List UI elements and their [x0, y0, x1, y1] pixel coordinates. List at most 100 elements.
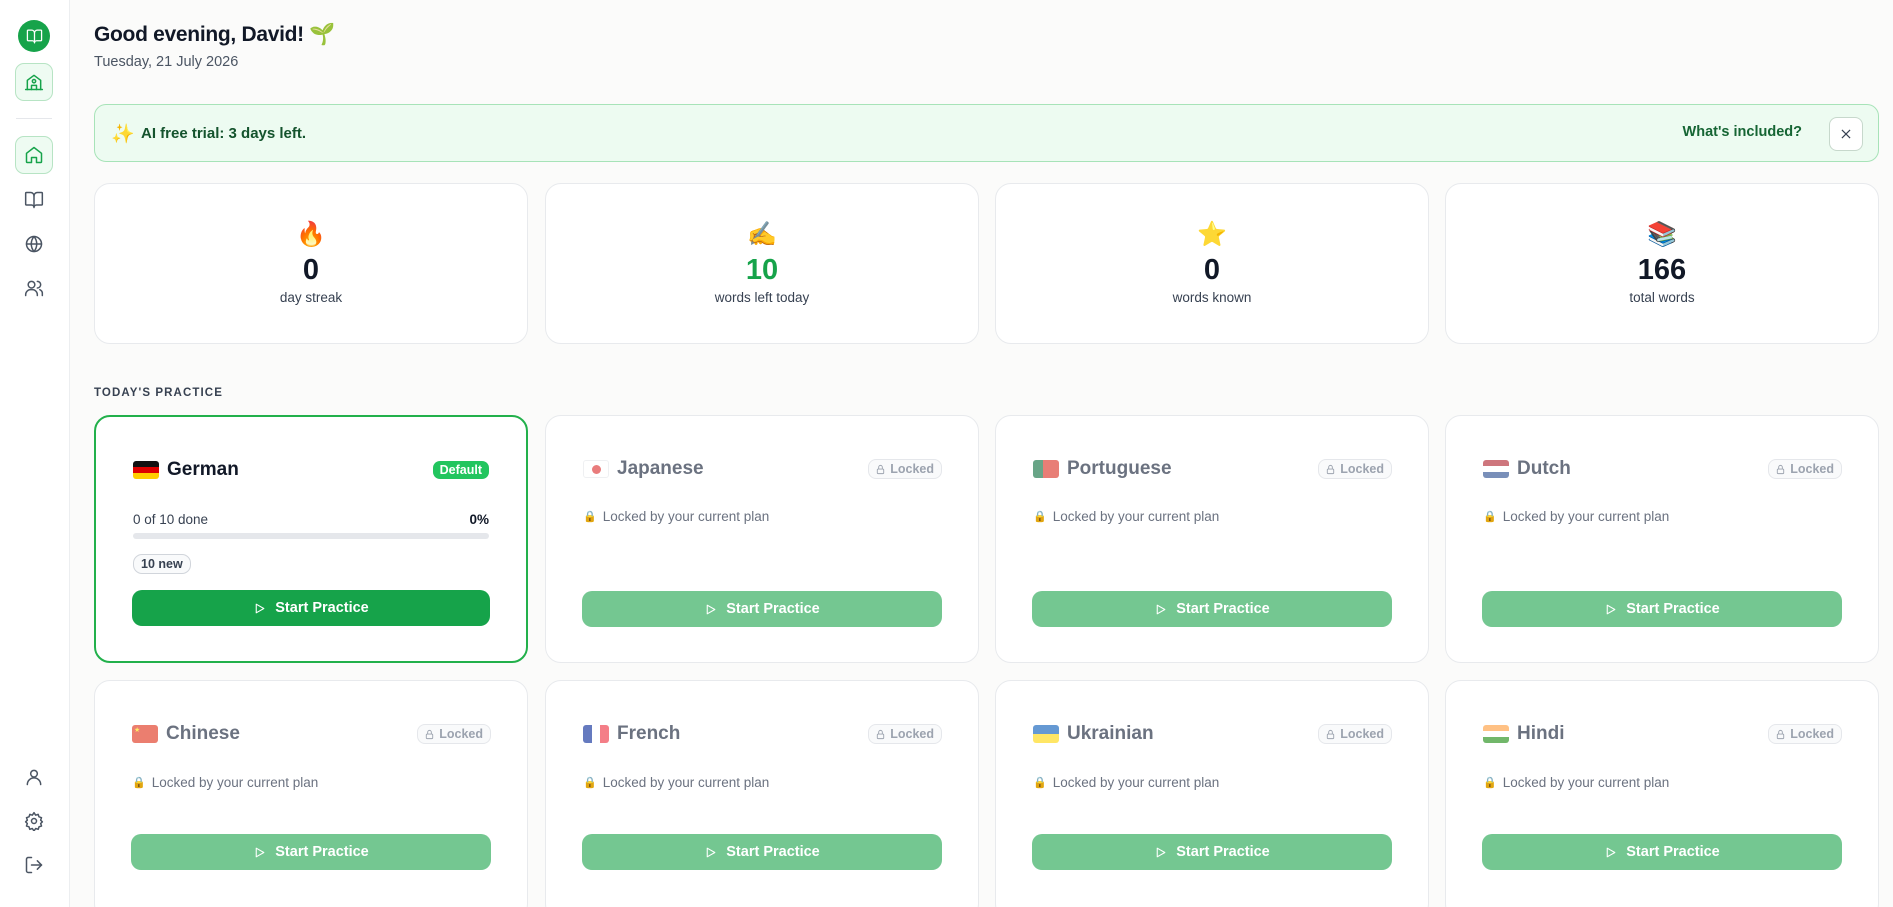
- language-name: French: [617, 723, 681, 744]
- language-card-chinese: ★ Chinese Locked 🔒 Locked by your current…: [94, 680, 528, 907]
- lock-icon: 🔒: [1033, 777, 1047, 789]
- users-icon[interactable]: [15, 269, 53, 307]
- locked-message-text: Locked by your current plan: [151, 775, 319, 790]
- language-card-dutch: Dutch Locked 🔒 Locked by your current pla…: [1445, 415, 1879, 663]
- start-practice-button[interactable]: Start Practice: [131, 834, 491, 870]
- start-practice-button[interactable]: Start Practice: [1032, 591, 1392, 627]
- flag-portugal-icon: [1033, 460, 1059, 478]
- stat-value: 0: [302, 254, 320, 286]
- stat-label: words known: [1172, 290, 1252, 305]
- button-label: Start Practice: [1626, 601, 1720, 617]
- lock-icon: 🔒: [583, 511, 597, 523]
- start-practice-button[interactable]: Start Practice: [1032, 834, 1392, 870]
- play-icon: [1156, 604, 1166, 614]
- flag-china-icon: ★: [132, 725, 158, 743]
- button-label: Start Practice: [1176, 844, 1270, 860]
- locked-message: 🔒 Locked by your current plan: [1483, 775, 1669, 790]
- stat-value: 0: [1203, 254, 1221, 286]
- gear-icon[interactable]: [15, 802, 53, 840]
- school-icon[interactable]: [15, 63, 53, 101]
- language-name: Ukrainian: [1067, 723, 1154, 744]
- stat-value: 166: [1637, 254, 1687, 286]
- locked-message-text: Locked by your current plan: [602, 509, 770, 524]
- trial-text: AI free trial: 3 days left.: [141, 125, 307, 142]
- locked-badge-label: Locked: [439, 727, 483, 741]
- book-open-icon[interactable]: [15, 181, 53, 219]
- stat-value: 10: [745, 254, 779, 286]
- locked-badge-label: Locked: [890, 462, 934, 476]
- language-name: Chinese: [166, 723, 240, 744]
- button-label: Start Practice: [275, 600, 369, 616]
- sidebar-divider: [16, 118, 52, 119]
- trial-banner: ✨ AI free trial: 3 days left. What's inc…: [94, 104, 1879, 162]
- books-icon: 📚: [1647, 221, 1677, 248]
- flag-ukraine-icon: [1033, 725, 1059, 743]
- progress-percent: 0%: [469, 512, 489, 527]
- close-banner-button[interactable]: [1829, 117, 1863, 151]
- page-title: Good evening, David! 🌱: [94, 23, 336, 46]
- sparkles-icon: ✨: [111, 124, 135, 145]
- language-name: Dutch: [1517, 458, 1571, 479]
- start-practice-button[interactable]: Start Practice: [1482, 834, 1842, 870]
- whats-included-link[interactable]: What's included?: [1683, 124, 1802, 140]
- progress-label: 0 of 10 done: [133, 512, 209, 527]
- lock-icon: 🔒: [583, 777, 597, 789]
- stat-card-streak: 🔥 0 day streak: [94, 183, 528, 344]
- start-practice-button[interactable]: Start Practice: [1482, 591, 1842, 627]
- home-icon[interactable]: [15, 136, 53, 174]
- flag-france-icon: [583, 725, 609, 743]
- play-icon: [1156, 847, 1166, 857]
- locked-badge: Locked: [417, 724, 491, 744]
- progress-bar: [133, 533, 489, 539]
- language-card-ukrainian: Ukrainian Locked 🔒 Locked by your current…: [995, 680, 1429, 907]
- locked-badge-label: Locked: [1340, 727, 1384, 741]
- button-label: Start Practice: [1176, 601, 1270, 617]
- locked-badge: Locked: [868, 459, 942, 479]
- locked-badge: Locked: [1318, 459, 1392, 479]
- locked-badge: Locked: [1318, 724, 1392, 744]
- locked-message-text: Locked by your current plan: [1052, 509, 1220, 524]
- logout-icon[interactable]: [15, 846, 53, 884]
- button-label: Start Practice: [726, 844, 820, 860]
- fire-icon: 🔥: [296, 221, 326, 248]
- locked-badge-label: Locked: [1790, 727, 1834, 741]
- start-practice-button[interactable]: Start Practice: [132, 590, 490, 626]
- lock-icon: 🔒: [1033, 511, 1047, 523]
- language-card-german: German Default 0 of 10 done 0% 10 new St…: [94, 415, 528, 663]
- locked-badge-label: Locked: [1340, 462, 1384, 476]
- lock-icon: 🔒: [1483, 777, 1497, 789]
- lock-icon: [1327, 464, 1335, 474]
- globe-icon[interactable]: [15, 225, 53, 263]
- locked-message-text: Locked by your current plan: [1052, 775, 1220, 790]
- sidebar: [0, 0, 70, 907]
- language-name: Japanese: [617, 458, 704, 479]
- locked-message: 🔒 Locked by your current plan: [1483, 509, 1669, 524]
- flag-netherlands-icon: [1483, 460, 1509, 478]
- language-name: German: [167, 459, 239, 480]
- lock-icon: [1777, 729, 1785, 739]
- lock-icon: 🔒: [132, 777, 146, 789]
- start-practice-button[interactable]: Start Practice: [582, 834, 942, 870]
- locked-badge-label: Locked: [890, 727, 934, 741]
- locked-message: 🔒 Locked by your current plan: [583, 775, 769, 790]
- play-icon: [1606, 604, 1616, 614]
- stat-card-words-known: ⭐ 0 words known: [995, 183, 1429, 344]
- section-title-todays-practice: TODAY'S PRACTICE: [94, 387, 223, 399]
- language-card-hindi: Hindi Locked 🔒 Locked by your current pla…: [1445, 680, 1879, 907]
- user-profile-icon[interactable]: [15, 758, 53, 796]
- locked-badge: Locked: [1768, 459, 1842, 479]
- button-label: Start Practice: [726, 601, 820, 617]
- close-icon: [1841, 129, 1851, 139]
- stat-label: total words: [1629, 290, 1695, 305]
- flag-germany-icon: [133, 461, 159, 479]
- locked-message: 🔒 Locked by your current plan: [132, 775, 318, 790]
- lock-icon: [877, 464, 885, 474]
- button-label: Start Practice: [1626, 844, 1720, 860]
- lock-icon: 🔒: [1483, 511, 1497, 523]
- start-practice-button[interactable]: Start Practice: [582, 591, 942, 627]
- app-logo-book-icon[interactable]: [18, 20, 50, 52]
- play-icon: [1606, 847, 1616, 857]
- lock-icon: [877, 729, 885, 739]
- locked-message-text: Locked by your current plan: [1502, 509, 1670, 524]
- locked-badge-label: Locked: [1790, 462, 1834, 476]
